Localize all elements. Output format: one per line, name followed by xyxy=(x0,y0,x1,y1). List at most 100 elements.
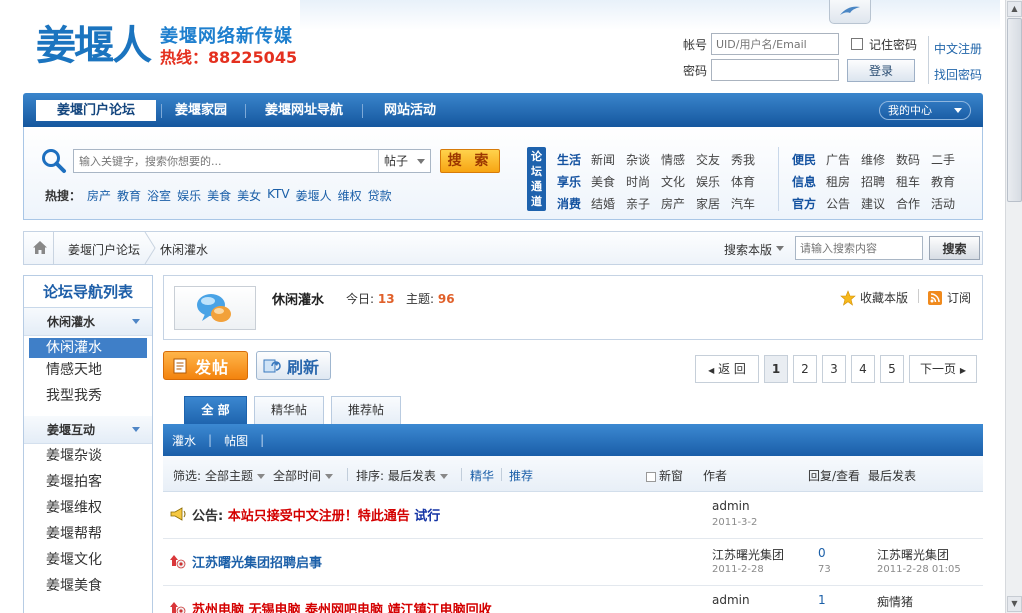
hot-link[interactable]: 浴室 xyxy=(147,187,171,204)
hot-link[interactable]: 美女 xyxy=(237,187,261,204)
pager-back-button[interactable]: ◀ 返 回 xyxy=(695,355,759,383)
channel-key[interactable]: 享乐 xyxy=(557,171,591,193)
tab-all[interactable]: 全 部 xyxy=(184,396,247,425)
thread-last-user[interactable]: 痴情猪 xyxy=(877,593,913,610)
hot-link[interactable]: 美食 xyxy=(207,187,231,204)
new-window-toggle[interactable]: 新窗 xyxy=(646,467,683,484)
channel-link[interactable]: 招聘 xyxy=(861,171,896,193)
channel-link[interactable]: 租车 xyxy=(896,171,931,193)
channel-link[interactable]: 活动 xyxy=(931,193,966,215)
nav-item-activities[interactable]: 网站活动 xyxy=(375,100,445,121)
channel-link[interactable]: 建议 xyxy=(861,193,896,215)
channel-key[interactable]: 官方 xyxy=(792,193,826,215)
channel-link[interactable]: 结婚 xyxy=(591,193,626,215)
scroll-thumb[interactable] xyxy=(1007,18,1022,202)
hot-link[interactable]: 维权 xyxy=(338,187,362,204)
sidebar-item-help[interactable]: 姜堰帮帮 xyxy=(24,522,152,548)
channel-link[interactable]: 新闻 xyxy=(591,149,626,171)
channel-key[interactable]: 便民 xyxy=(792,149,826,171)
pager-page[interactable]: 2 xyxy=(793,355,817,383)
thread-author[interactable]: 江苏曙光集团 xyxy=(712,546,784,563)
sidebar-item-rights[interactable]: 姜堰维权 xyxy=(24,496,152,522)
thread-author[interactable]: admin xyxy=(712,499,750,513)
thread-tag[interactable]: 试行 xyxy=(414,509,440,524)
scroll-down-arrow[interactable]: ▼ xyxy=(1007,596,1022,612)
filter-recommend-link[interactable]: 推荐 xyxy=(509,467,533,484)
channel-link[interactable]: 情感 xyxy=(661,149,696,171)
channel-link[interactable]: 教育 xyxy=(931,171,966,193)
thread-title[interactable]: 公告: 本站只接受中文注册！特此通告 试行 xyxy=(192,505,440,524)
hot-link[interactable]: 贷款 xyxy=(368,187,392,204)
channel-key[interactable]: 信息 xyxy=(792,171,826,193)
search-type-select[interactable]: 帖子 xyxy=(378,150,430,172)
sidebar-item-photo[interactable]: 姜堰拍客 xyxy=(24,470,152,496)
channel-key[interactable]: 消费 xyxy=(557,193,591,215)
new-window-checkbox[interactable] xyxy=(646,471,656,482)
nav-item-home[interactable]: 姜堰家园 xyxy=(166,100,236,121)
favorite-board-button[interactable]: 收藏本版 xyxy=(840,289,908,306)
channel-link[interactable]: 美食 xyxy=(591,171,626,193)
sidebar-item-show[interactable]: 我型我秀 xyxy=(24,384,152,410)
remember-password[interactable]: 记住密码 xyxy=(851,36,917,53)
hot-link[interactable]: 教育 xyxy=(117,187,141,204)
pager-page[interactable]: 5 xyxy=(880,355,904,383)
hot-link[interactable]: 房产 xyxy=(87,187,111,204)
sidebar-group-interaction[interactable]: 姜堰互动 xyxy=(24,416,152,444)
channel-link[interactable]: 二手 xyxy=(931,149,966,171)
top-float-tab[interactable] xyxy=(829,0,871,24)
hot-link[interactable]: KTV xyxy=(267,187,289,204)
channel-link[interactable]: 数码 xyxy=(896,149,931,171)
sidebar-item-food[interactable]: 姜堰美食 xyxy=(24,574,152,600)
site-logo[interactable]: 姜堰人 姜堰网络新传媒 热线：88225045 xyxy=(36,24,297,68)
channel-link[interactable]: 租房 xyxy=(826,171,861,193)
channel-link[interactable]: 维修 xyxy=(861,149,896,171)
sidebar-item-chat[interactable]: 姜堰杂谈 xyxy=(24,444,152,470)
channel-link[interactable]: 体育 xyxy=(731,171,766,193)
my-center-dropdown[interactable]: 我的中心 xyxy=(879,101,971,120)
sidebar-item-leisure[interactable]: 休闲灌水 xyxy=(29,338,147,358)
channel-link[interactable]: 杂谈 xyxy=(626,149,661,171)
category-link[interactable]: 帖图 xyxy=(224,432,248,449)
pager-page[interactable]: 1 xyxy=(764,355,788,383)
channel-link[interactable]: 亲子 xyxy=(626,193,661,215)
tab-recommended[interactable]: 推荐帖 xyxy=(331,396,401,424)
search-button[interactable]: 搜 索 xyxy=(440,149,500,173)
filter-digest-link[interactable]: 精华 xyxy=(470,467,494,484)
thread-title-text[interactable]: 本站只接受中文注册！特此通告 xyxy=(228,509,410,524)
search-input[interactable] xyxy=(74,150,374,172)
nav-item-portal-forum[interactable]: 姜堰门户论坛 xyxy=(36,100,156,121)
pager-page[interactable]: 4 xyxy=(851,355,875,383)
channel-link[interactable]: 广告 xyxy=(826,149,861,171)
vertical-scrollbar[interactable]: ▲ ▼ xyxy=(1005,0,1022,613)
channel-link[interactable]: 公告 xyxy=(826,193,861,215)
remember-checkbox[interactable] xyxy=(851,38,863,50)
account-input[interactable] xyxy=(711,33,839,55)
tab-digest[interactable]: 精华帖 xyxy=(254,396,324,424)
channel-link[interactable]: 文化 xyxy=(661,171,696,193)
pager-next-button[interactable]: 下一页 ▶ xyxy=(909,355,977,383)
pager-page[interactable]: 3 xyxy=(822,355,846,383)
thread-title[interactable]: 江苏曙光集团招聘启事 xyxy=(192,552,322,571)
channel-link[interactable]: 秀我 xyxy=(731,149,766,171)
filter-topic-dropdown[interactable]: 全部主题 xyxy=(205,467,266,484)
board-search-input[interactable] xyxy=(795,236,923,260)
subscribe-button[interactable]: 订阅 xyxy=(928,289,971,306)
hot-link[interactable]: 姜堰人 xyxy=(296,187,332,204)
thread-last-date[interactable]: 2011-2-28 01:05 xyxy=(877,564,961,575)
recover-password-link[interactable]: 找回密码 xyxy=(934,68,982,82)
home-button[interactable] xyxy=(24,232,54,264)
channel-link[interactable]: 交友 xyxy=(696,149,731,171)
nav-item-url-guide[interactable]: 姜堰网址导航 xyxy=(255,100,353,121)
thread-title[interactable]: 苏州电脑 无锡电脑 泰州网吧电脑 靖江镇江电脑回收 xyxy=(192,599,492,613)
channel-key[interactable]: 生活 xyxy=(557,149,591,171)
thread-author[interactable]: admin xyxy=(712,593,750,607)
refresh-button[interactable]: 刷新 xyxy=(256,351,331,380)
filter-time-dropdown[interactable]: 全部时间 xyxy=(273,467,334,484)
channel-link[interactable]: 家居 xyxy=(696,193,731,215)
login-button[interactable]: 登录 xyxy=(847,58,915,82)
thread-last-user[interactable]: 江苏曙光集团 xyxy=(877,546,949,563)
new-post-button[interactable]: 发帖 xyxy=(163,351,248,380)
category-link[interactable]: 灌水 xyxy=(172,432,196,449)
breadcrumb-forum[interactable]: 姜堰门户论坛 xyxy=(68,241,140,258)
channel-link[interactable]: 房产 xyxy=(661,193,696,215)
